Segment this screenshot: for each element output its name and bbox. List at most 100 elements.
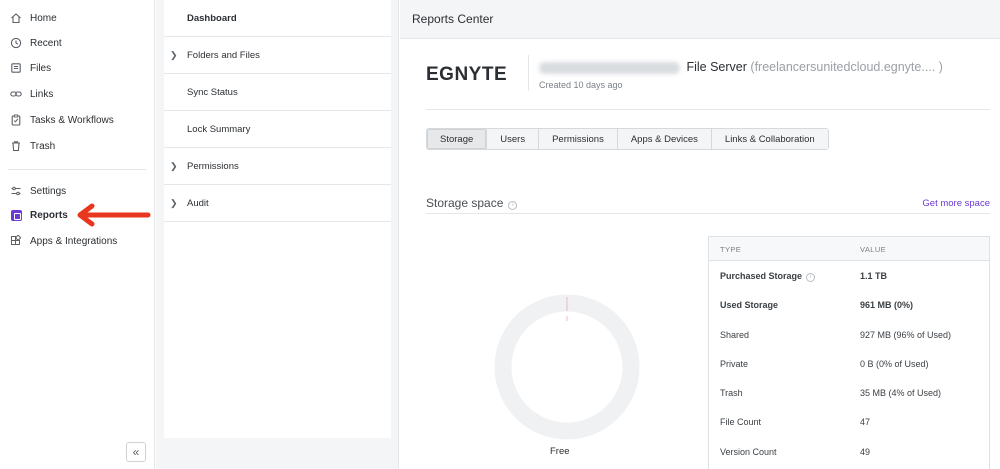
row-type: Trash <box>720 388 743 399</box>
main-header: Reports Center <box>400 0 1000 39</box>
table-row: File Count 47 <box>709 407 989 436</box>
row-value: 35 MB (4% of Used) <box>860 388 942 399</box>
created-date: Created 10 days ago <box>539 80 623 90</box>
clipboard-icon <box>10 114 22 126</box>
sidebar-item-recent[interactable]: Recent <box>10 33 62 53</box>
server-label: File Server <box>686 60 747 74</box>
chevron-right-icon: ❯ <box>170 197 178 208</box>
tab-permissions[interactable]: Permissions <box>539 129 618 149</box>
row-value: 49 <box>860 446 871 457</box>
apps-icon <box>10 235 22 247</box>
sidebar-item-label: Files <box>30 62 52 74</box>
menu-item-dashboard[interactable]: Dashboard <box>164 0 391 37</box>
trash-icon <box>10 140 22 152</box>
reports-submenu: Dashboard ❯ Folders and Files Sync Statu… <box>156 0 399 469</box>
menu-item-lock-summary[interactable]: Lock Summary <box>164 111 391 148</box>
link-icon <box>10 88 22 100</box>
row-value: 927 MB (96% of Used) <box>860 329 952 340</box>
row-type: Private <box>720 358 749 369</box>
menu-item-label: Folders and Files <box>187 49 260 61</box>
annotation-arrow-icon <box>77 203 151 227</box>
app-window: Home Recent Files Links Tasks & Workflow… <box>0 0 1000 469</box>
sidebar-divider <box>8 169 146 170</box>
menu-item-label: Lock Summary <box>187 123 251 135</box>
row-value: 1.1 TB <box>860 271 888 281</box>
row-type: Used Storage <box>720 300 779 311</box>
row-type: Version Count <box>720 446 777 457</box>
sidebar-item-trash[interactable]: Trash <box>10 136 55 156</box>
sidebar-item-reports[interactable]: Reports <box>10 205 68 225</box>
menu-item-label: Dashboard <box>187 12 237 24</box>
menu-item-label: Sync Status <box>187 86 238 98</box>
server-name: File Server (freelancersunitedcloud.egny… <box>539 60 943 74</box>
donut-free-arc <box>494 294 640 440</box>
table-row: Purchased Storage i 1.1 TB <box>709 261 989 290</box>
chevron-right-icon: ❯ <box>170 160 178 171</box>
chevron-right-icon: ❯ <box>170 49 178 60</box>
menu-item-label: Permissions <box>187 160 239 172</box>
row-type: File Count <box>720 417 762 428</box>
menu-item-sync-status[interactable]: Sync Status <box>164 74 391 111</box>
sidebar-item-label: Reports <box>30 209 68 221</box>
tab-links-collaboration[interactable]: Links & Collaboration <box>711 129 828 149</box>
sidebar-item-label: Links <box>30 88 54 100</box>
tab-storage[interactable]: Storage <box>427 129 488 149</box>
column-header-type: TYPE <box>720 245 742 254</box>
row-type: Shared <box>720 329 750 340</box>
sidebar-item-home[interactable]: Home <box>10 8 57 28</box>
header-divider <box>426 109 990 110</box>
row-type: Purchased Storage i <box>720 271 816 282</box>
reports-icon <box>10 209 22 221</box>
sidebar-item-tasks-workflows[interactable]: Tasks & Workflows <box>10 110 114 130</box>
svg-text:EGNYTE: EGNYTE <box>426 64 507 84</box>
files-icon <box>10 62 22 74</box>
egnyte-logo: EGNYTE <box>426 64 507 84</box>
tab-users[interactable]: Users <box>487 129 540 149</box>
table-header: TYPE VALUE <box>709 237 989 261</box>
menu-item-label: Audit <box>187 197 209 209</box>
table-row: Shared 927 MB (96% of Used) <box>709 320 989 349</box>
section-title-text: Storage space <box>426 196 504 210</box>
double-chevron-left-icon: « <box>132 445 140 459</box>
storage-space-heading: Storage space i <box>426 196 518 210</box>
table-row: Version Count 49 <box>709 437 989 466</box>
storage-donut-chart <box>494 294 640 440</box>
menu-item-audit[interactable]: ❯ Audit <box>164 185 391 222</box>
reports-menu-panel: Dashboard ❯ Folders and Files Sync Statu… <box>164 0 391 438</box>
sidebar-item-apps-integrations[interactable]: Apps & Integrations <box>10 231 117 251</box>
storage-table: TYPE VALUE Purchased Storage i 1.1 TB Use… <box>708 236 990 469</box>
section-divider <box>426 213 990 214</box>
sidebar-item-label: Recent <box>30 37 62 49</box>
donut-legend-free: Free <box>550 446 570 457</box>
info-icon[interactable]: i <box>806 273 816 282</box>
info-icon[interactable]: i <box>508 201 518 210</box>
main-sidebar: Home Recent Files Links Tasks & Workflow… <box>0 0 155 469</box>
row-value: 47 <box>860 417 871 428</box>
sidebar-item-label: Home <box>30 12 57 24</box>
tab-apps-devices[interactable]: Apps & Devices <box>617 129 712 149</box>
sliders-icon <box>10 185 22 197</box>
page-title: Reports Center <box>412 12 494 26</box>
sidebar-item-links[interactable]: Links <box>10 84 53 104</box>
sidebar-item-label: Trash <box>30 140 56 152</box>
report-tabs: Storage Users Permissions Apps & Devices… <box>426 128 829 150</box>
clock-icon <box>10 37 22 49</box>
table-row: Used Storage 961 MB (0%) <box>709 290 989 319</box>
logo-divider <box>528 55 529 91</box>
get-more-space-link[interactable]: Get more space <box>922 198 990 209</box>
sidebar-item-files[interactable]: Files <box>10 58 51 78</box>
row-value: 961 MB (0%) <box>860 300 914 311</box>
sidebar-item-label: Apps & Integrations <box>30 235 118 247</box>
server-domain: (freelancersunitedcloud.egnyte.... ) <box>750 60 943 74</box>
table-row: Private 0 B (0% of Used) <box>709 349 989 378</box>
redacted-server-name <box>539 61 680 74</box>
sidebar-item-label: Settings <box>30 185 67 197</box>
sidebar-item-label: Tasks & Workflows <box>30 114 114 126</box>
collapse-sidebar-button[interactable]: « <box>126 442 146 462</box>
menu-item-folders-files[interactable]: ❯ Folders and Files <box>164 37 391 74</box>
table-row: Trash 35 MB (4% of Used) <box>709 378 989 407</box>
column-header-value: VALUE <box>860 245 887 254</box>
menu-item-permissions[interactable]: ❯ Permissions <box>164 148 391 185</box>
sidebar-item-settings[interactable]: Settings <box>10 181 66 201</box>
row-value: 0 B (0% of Used) <box>860 358 929 369</box>
